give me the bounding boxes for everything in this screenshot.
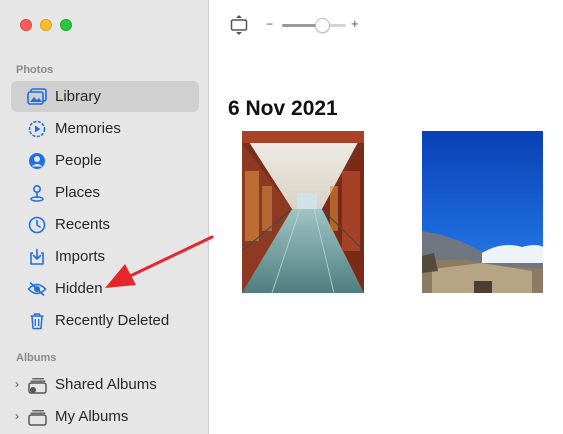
sidebar: Photos Library Memories People Places Re… <box>0 0 209 434</box>
library-icon <box>27 87 47 107</box>
shared-albums-icon <box>27 375 47 395</box>
sidebar-item-label: Library <box>55 88 101 105</box>
date-heading: 6 Nov 2021 <box>228 97 338 120</box>
places-icon <box>27 183 47 203</box>
sidebar-item-label: Shared Albums <box>55 376 157 393</box>
sidebar-item-places[interactable]: Places <box>11 177 199 208</box>
sidebar-item-label: Memories <box>55 120 121 137</box>
hidden-icon <box>27 279 47 299</box>
sidebar-item-library[interactable]: Library <box>11 81 199 112</box>
sidebar-item-label: Imports <box>55 248 106 265</box>
sidebar-item-recently-deleted[interactable]: Recently Deleted <box>11 305 199 336</box>
zoom-slider-knob[interactable] <box>314 18 330 33</box>
sidebar-item-my-albums[interactable]: › My Albums <box>11 401 199 432</box>
chevron-right-icon[interactable]: › <box>15 377 19 391</box>
chevron-right-icon[interactable]: › <box>15 409 19 423</box>
sidebar-item-memories[interactable]: Memories <box>11 113 199 144</box>
sidebar-item-label: Hidden <box>55 280 103 297</box>
sidebar-item-shared-albums[interactable]: › Shared Albums <box>11 369 199 400</box>
sidebar-item-label: Recents <box>55 216 111 233</box>
memories-icon <box>27 119 47 139</box>
corridor-photo[interactable] <box>242 131 364 293</box>
sidebar-item-hidden[interactable]: Hidden <box>11 273 199 304</box>
zoom-slider[interactable] <box>282 18 346 33</box>
recents-icon <box>27 215 47 235</box>
aspect-toggle-icon[interactable] <box>230 14 248 41</box>
window-controls <box>20 19 72 31</box>
imports-icon <box>27 247 47 267</box>
sidebar-item-label: People <box>55 152 102 169</box>
zoom-out-icon[interactable]: − <box>266 17 273 31</box>
zoom-in-icon[interactable]: + <box>351 16 359 31</box>
trash-icon <box>27 311 47 331</box>
sidebar-item-label: Places <box>55 184 101 201</box>
minimize-window-button[interactable] <box>40 19 52 31</box>
sidebar-item-people[interactable]: People <box>11 145 199 176</box>
people-icon <box>27 151 47 171</box>
sidebar-item-recents[interactable]: Recents <box>11 209 199 240</box>
zoom-window-button[interactable] <box>60 19 72 31</box>
close-window-button[interactable] <box>20 19 32 31</box>
sidebar-item-imports[interactable]: Imports <box>11 241 199 272</box>
section-title-photos: Photos <box>16 64 54 76</box>
sidebar-item-label: My Albums <box>55 408 129 425</box>
section-title-albums: Albums <box>16 352 57 364</box>
mountain-sky-photo[interactable] <box>422 131 543 293</box>
sidebar-item-label: Recently Deleted <box>55 312 170 329</box>
toolbar: − + <box>210 0 563 52</box>
my-albums-icon <box>27 407 47 427</box>
